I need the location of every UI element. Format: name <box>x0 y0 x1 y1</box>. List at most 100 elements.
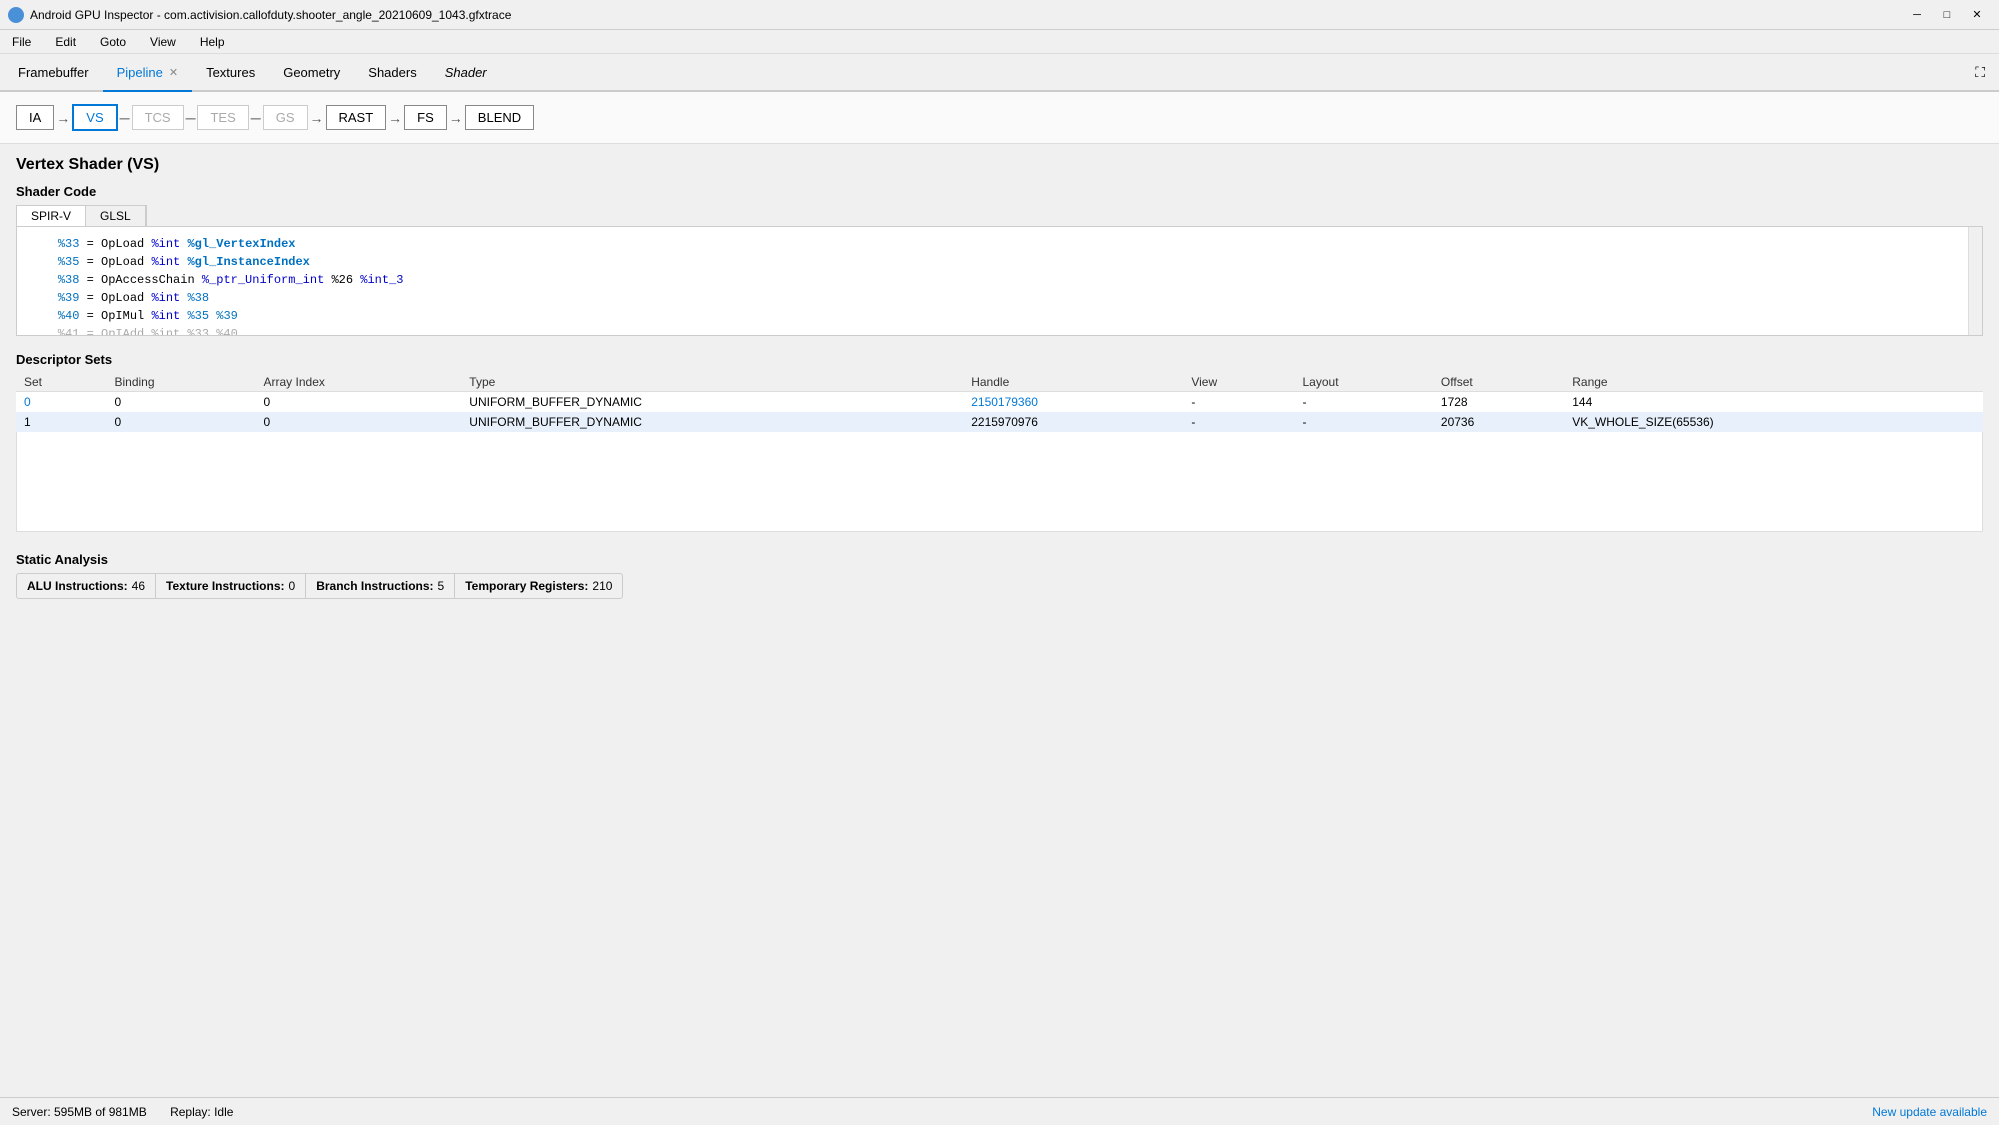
col-offset: Offset <box>1433 373 1564 392</box>
table-row: 0 0 0 UNIFORM_BUFFER_DYNAMIC 2150179360 … <box>16 392 1983 413</box>
set-link-0[interactable]: 0 <box>24 395 31 409</box>
menu-goto[interactable]: Goto <box>92 33 134 51</box>
stage-vs[interactable]: VS <box>72 104 117 131</box>
cell-offset-0: 1728 <box>1433 392 1564 413</box>
stage-tcs[interactable]: TCS <box>132 105 184 130</box>
col-range: Range <box>1564 373 1983 392</box>
arrow-tes-gs: ─ <box>249 110 263 126</box>
stage-rast[interactable]: RAST <box>326 105 387 130</box>
cell-handle-0: 2150179360 <box>963 392 1183 413</box>
col-set: Set <box>16 373 106 392</box>
cell-view-0: - <box>1183 392 1294 413</box>
col-view: View <box>1183 373 1294 392</box>
cell-binding-1: 0 <box>106 412 255 432</box>
tab-shaders[interactable]: Shaders <box>354 54 430 92</box>
analysis-box: ALU Instructions: 46 Texture Instruction… <box>16 573 623 599</box>
arrow-rast-fs: → <box>386 110 404 126</box>
stage-tes[interactable]: TES <box>197 105 248 130</box>
close-button[interactable]: ✕ <box>1963 4 1991 26</box>
vertex-shader-title: Vertex Shader (VS) <box>16 156 1983 174</box>
menu-view[interactable]: View <box>142 33 184 51</box>
cell-set-1: 1 <box>16 412 106 432</box>
code-line-2: %35 = OpLoad %int %gl_InstanceIndex <box>29 253 1970 271</box>
replay-status: Replay: Idle <box>170 1105 233 1119</box>
descriptor-sets-section: Descriptor Sets Set Binding Array Index … <box>16 352 1983 532</box>
title-bar: Android GPU Inspector - com.activision.c… <box>0 0 1999 30</box>
title-bar-left: Android GPU Inspector - com.activision.c… <box>8 7 511 23</box>
stage-fs[interactable]: FS <box>404 105 447 130</box>
handle-link-0[interactable]: 2150179360 <box>971 395 1038 409</box>
maximize-button[interactable]: □ <box>1933 4 1961 26</box>
texture-value: 0 <box>289 579 296 593</box>
window-title: Android GPU Inspector - com.activision.c… <box>30 8 511 22</box>
analysis-texture: Texture Instructions: 0 <box>156 574 306 598</box>
main-content: Vertex Shader (VS) Shader Code SPIR-V GL… <box>0 144 1999 1093</box>
code-line-5: %40 = OpIMul %int %35 %39 <box>29 307 1970 325</box>
window-controls: ─ □ ✕ <box>1903 4 1991 26</box>
pipeline-bar: IA → VS ─ TCS ─ TES ─ GS → RAST → FS → B… <box>0 92 1999 144</box>
temp-label: Temporary Registers: <box>465 579 588 593</box>
stage-blend[interactable]: BLEND <box>465 105 534 130</box>
code-line-3: %38 = OpAccessChain %_ptr_Uniform_int %2… <box>29 271 1970 289</box>
minimize-button[interactable]: ─ <box>1903 4 1931 26</box>
analysis-alu: ALU Instructions: 46 <box>17 574 156 598</box>
static-analysis-section: Static Analysis ALU Instructions: 46 Tex… <box>16 552 1983 599</box>
cell-layout-1: - <box>1295 412 1433 432</box>
descriptor-sets-title: Descriptor Sets <box>16 352 1983 367</box>
tab-glsl[interactable]: GLSL <box>86 206 146 226</box>
arrow-tcs-tes: ─ <box>184 110 198 126</box>
update-link[interactable]: New update available <box>1872 1105 1987 1119</box>
branch-value: 5 <box>438 579 445 593</box>
code-line-6: %41 = OpIAdd %int %33 %40 <box>29 325 1970 336</box>
cell-range-1: VK_WHOLE_SIZE(65536) <box>1564 412 1983 432</box>
code-scrollbar[interactable] <box>1968 227 1982 335</box>
descriptor-sets-table: Set Binding Array Index Type Handle View… <box>16 373 1983 432</box>
temp-value: 210 <box>592 579 612 593</box>
cell-type-0: UNIFORM_BUFFER_DYNAMIC <box>461 392 963 413</box>
status-left: Server: 595MB of 981MB Replay: Idle <box>12 1105 233 1119</box>
analysis-branch: Branch Instructions: 5 <box>306 574 455 598</box>
tab-bar: Framebuffer Pipeline ✕ Textures Geometry… <box>0 54 1999 92</box>
tab-spirv[interactable]: SPIR-V <box>17 206 86 226</box>
tab-textures[interactable]: Textures <box>192 54 269 92</box>
menu-edit[interactable]: Edit <box>47 33 84 51</box>
cell-range-0: 144 <box>1564 392 1983 413</box>
cell-array-index-0: 0 <box>256 392 462 413</box>
cell-type-1: UNIFORM_BUFFER_DYNAMIC <box>461 412 963 432</box>
cell-array-index-1: 0 <box>256 412 462 432</box>
code-line-4: %39 = OpLoad %int %38 <box>29 289 1970 307</box>
texture-label: Texture Instructions: <box>166 579 284 593</box>
server-status: Server: 595MB of 981MB <box>12 1105 147 1119</box>
col-binding: Binding <box>106 373 255 392</box>
col-handle: Handle <box>963 373 1183 392</box>
tab-shader[interactable]: Shader <box>431 54 501 92</box>
maximize-panel-button[interactable]: ⛶ <box>1969 62 1991 83</box>
shader-code-block[interactable]: %33 = OpLoad %int %gl_VertexIndex %35 = … <box>16 226 1983 336</box>
menu-bar: File Edit Goto View Help <box>0 30 1999 54</box>
stage-gs[interactable]: GS <box>263 105 308 130</box>
alu-label: ALU Instructions: <box>27 579 128 593</box>
alu-value: 46 <box>132 579 145 593</box>
arrow-gs-rast: → <box>308 110 326 126</box>
tab-pipeline-close[interactable]: ✕ <box>169 66 178 79</box>
cell-handle-1: 2215970976 <box>963 412 1183 432</box>
tab-geometry[interactable]: Geometry <box>269 54 354 92</box>
stage-ia[interactable]: IA <box>16 105 54 130</box>
tab-pipeline[interactable]: Pipeline ✕ <box>103 54 192 92</box>
table-empty-area <box>16 432 1983 532</box>
arrow-vs-tcs: ─ <box>118 110 132 126</box>
tab-framebuffer[interactable]: Framebuffer <box>4 54 103 92</box>
menu-help[interactable]: Help <box>192 33 233 51</box>
status-bar: Server: 595MB of 981MB Replay: Idle New … <box>0 1097 1999 1125</box>
menu-file[interactable]: File <box>4 33 39 51</box>
shader-code-title: Shader Code <box>16 184 1983 199</box>
cell-binding-0: 0 <box>106 392 255 413</box>
col-type: Type <box>461 373 963 392</box>
code-tabs: SPIR-V GLSL <box>16 205 147 226</box>
branch-label: Branch Instructions: <box>316 579 433 593</box>
table-row: 1 0 0 UNIFORM_BUFFER_DYNAMIC 2215970976 … <box>16 412 1983 432</box>
arrow-fs-blend: → <box>447 110 465 126</box>
cell-offset-1: 20736 <box>1433 412 1564 432</box>
analysis-temp: Temporary Registers: 210 <box>455 574 622 598</box>
static-analysis-title: Static Analysis <box>16 552 1983 567</box>
